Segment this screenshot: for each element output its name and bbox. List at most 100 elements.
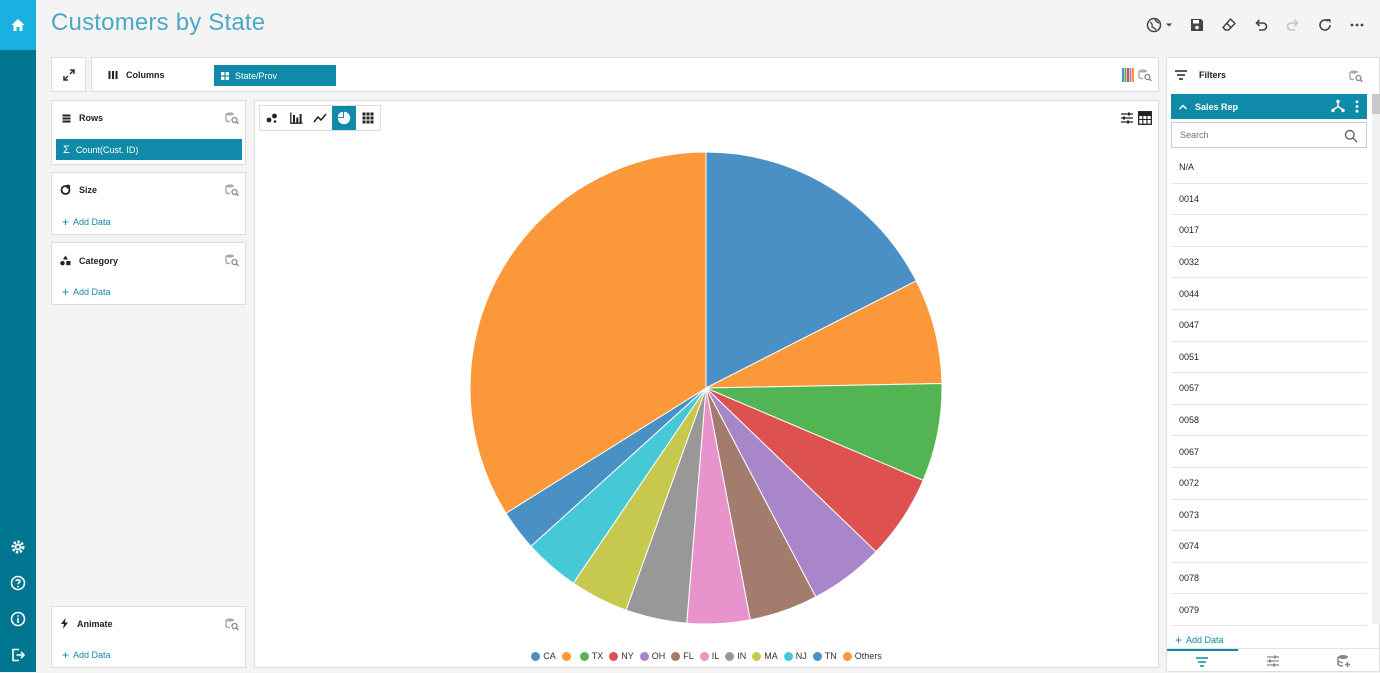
legend-label: IN	[737, 651, 747, 661]
clear-button[interactable]	[1220, 16, 1238, 34]
database-add-icon	[1336, 655, 1350, 667]
tab-adjustments[interactable]	[1238, 649, 1309, 673]
color-palette-icon[interactable]	[1122, 68, 1134, 82]
refresh-button[interactable]	[1316, 16, 1334, 34]
category-add-data-link[interactable]: + Add Data	[62, 285, 111, 299]
sigma-icon: Σ	[63, 143, 70, 156]
size-label-group: Size	[60, 184, 97, 195]
list-item[interactable]: 0079	[1171, 594, 1367, 626]
redo-icon	[1286, 19, 1299, 31]
rows-panel: Rows Σ Count(Cust. ID)	[51, 100, 246, 165]
category-label-group: Category	[60, 255, 118, 266]
save-button[interactable]	[1188, 16, 1206, 34]
globe-icon	[1146, 17, 1172, 33]
size-add-data-link[interactable]: + Add Data	[62, 215, 111, 229]
list-item[interactable]: 0051	[1171, 342, 1367, 374]
more-button[interactable]	[1348, 16, 1366, 34]
list-item[interactable]: 0067	[1171, 436, 1367, 468]
undo-button[interactable]	[1252, 16, 1270, 34]
sales-rep-label: Sales Rep	[1195, 101, 1239, 112]
state-prov-label: State/Prov	[235, 70, 278, 81]
legend-item-others[interactable]: Others	[842, 651, 882, 661]
state-prov-pill[interactable]: State/Prov	[214, 65, 336, 86]
rows-label-group: Rows	[62, 113, 103, 123]
data-search-icon[interactable]	[225, 617, 239, 631]
tab-filters[interactable]	[1167, 649, 1238, 673]
legend-swatch	[752, 651, 762, 661]
columns-label-group: Columns	[108, 70, 165, 80]
chart-area: CA TX NY OH FL IL IN MA NJ TN Others	[254, 100, 1159, 668]
legend-item-ca[interactable]: CA	[531, 651, 556, 661]
list-item[interactable]: 0047	[1171, 310, 1367, 342]
data-search-icon[interactable]	[225, 253, 239, 267]
size-add-data-label: Add Data	[73, 217, 111, 227]
legend-item-tx[interactable]: TX	[579, 651, 603, 661]
search-icon[interactable]	[1344, 129, 1358, 143]
data-search-icon[interactable]	[1349, 69, 1363, 83]
list-item[interactable]: 0032	[1171, 247, 1367, 279]
animate-label: Animate	[77, 618, 113, 629]
data-search-icon[interactable]	[225, 111, 239, 125]
legend-item-fl[interactable]: FL	[671, 651, 694, 661]
animate-panel: Animate + Add Data	[51, 606, 246, 668]
legend-item-in[interactable]: IN	[725, 651, 746, 661]
data-search-icon[interactable]	[225, 183, 239, 197]
language-button[interactable]	[1146, 16, 1174, 34]
search-input[interactable]	[1172, 130, 1332, 140]
list-item[interactable]: 0017	[1171, 215, 1367, 247]
list-item[interactable]: N/A	[1171, 152, 1367, 184]
home-icon	[11, 19, 25, 31]
list-item[interactable]: 0057	[1171, 373, 1367, 405]
list-item[interactable]: 0074	[1171, 531, 1367, 563]
animate-add-data-link[interactable]: + Add Data	[62, 648, 111, 662]
filter-icon	[1175, 70, 1187, 80]
legend-swatch	[725, 651, 735, 661]
columns-icon	[108, 71, 118, 79]
legend-swatch	[812, 651, 822, 661]
list-item[interactable]: 0072	[1171, 468, 1367, 500]
redo-button[interactable]	[1284, 16, 1302, 34]
expand-icon	[62, 68, 75, 81]
legend-item-oh[interactable]: OH	[639, 651, 665, 661]
sales-rep-list: N/A 0014 0017 0032 0044 0047 0051 0057 0058 0067 0…	[1171, 152, 1367, 626]
home-button[interactable]	[0, 0, 36, 50]
category-add-data-label: Add Data	[73, 287, 111, 297]
settings-button[interactable]	[8, 537, 28, 557]
info-icon	[10, 611, 26, 627]
legend-item-il[interactable]: IL	[699, 651, 720, 661]
filters-add-data-label: Add Data	[1186, 635, 1224, 645]
legend-label: CA	[543, 651, 556, 661]
legend-item-ma[interactable]: MA	[752, 651, 778, 661]
list-item[interactable]: 0014	[1171, 184, 1367, 216]
legend-label: IL	[711, 651, 720, 661]
legend-item-unlabeled-1[interactable]	[561, 651, 574, 661]
info-button[interactable]	[8, 609, 28, 629]
plus-icon: +	[62, 215, 70, 229]
data-search-icon[interactable]	[1138, 68, 1152, 82]
count-cust-id-pill[interactable]: Σ Count(Cust. ID)	[56, 139, 242, 160]
list-item[interactable]: 0044	[1171, 278, 1367, 310]
legend-swatch	[531, 651, 541, 661]
filter-scrollbar[interactable]	[1372, 94, 1380, 624]
legend-label: TN	[824, 651, 837, 661]
list-item[interactable]: 0078	[1171, 563, 1367, 595]
logout-button[interactable]	[8, 645, 28, 665]
kebab-menu-icon[interactable]	[1355, 100, 1359, 113]
filters-add-data-link[interactable]: + Add Data	[1175, 633, 1224, 647]
expand-button[interactable]	[51, 57, 86, 92]
tab-data-sources[interactable]	[1308, 649, 1379, 673]
scrollbar-thumb[interactable]	[1372, 94, 1380, 114]
legend-item-tn[interactable]: TN	[812, 651, 837, 661]
help-icon	[10, 575, 26, 591]
list-item[interactable]: 0058	[1171, 405, 1367, 437]
legend-item-ny[interactable]: NY	[609, 651, 634, 661]
plus-icon: +	[1175, 633, 1183, 647]
save-icon	[1191, 19, 1203, 31]
hierarchy-icon[interactable]	[1331, 99, 1345, 113]
sales-rep-filter-header[interactable]: Sales Rep	[1171, 94, 1367, 119]
help-button[interactable]	[8, 573, 28, 593]
list-item[interactable]: 0073	[1171, 500, 1367, 532]
top-toolbar	[1146, 16, 1366, 34]
legend-item-nj[interactable]: NJ	[783, 651, 807, 661]
size-icon	[60, 184, 71, 195]
